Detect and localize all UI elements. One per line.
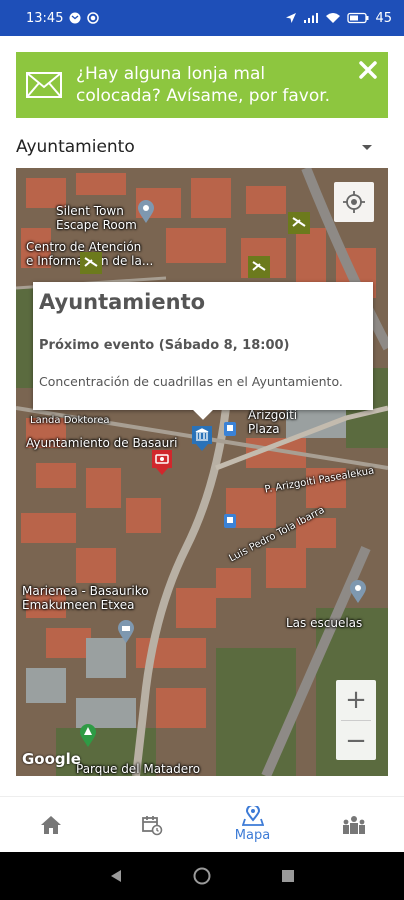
info-window[interactable]: Ayuntamiento Próximo evento (Sábado 8, 1… bbox=[33, 282, 373, 420]
event-marker-icon[interactable] bbox=[150, 448, 174, 476]
map-label: Silent Town Escape Room bbox=[56, 204, 137, 232]
zoom-in-button[interactable]: + bbox=[336, 680, 376, 720]
back-icon[interactable] bbox=[109, 869, 123, 883]
zoom-controls: + − bbox=[336, 680, 376, 760]
close-icon[interactable] bbox=[358, 60, 378, 80]
nav-home[interactable] bbox=[0, 797, 101, 852]
map-view[interactable]: Silent Town Escape Room Centro de Atenci… bbox=[16, 168, 388, 776]
wifi-icon bbox=[325, 12, 341, 24]
lonja-marker-icon[interactable] bbox=[288, 212, 310, 238]
popup-next-event: Próximo evento (Sábado 8, 18:00) bbox=[39, 338, 290, 353]
map-pin-icon[interactable] bbox=[136, 200, 156, 224]
nav-map[interactable]: Mapa bbox=[202, 797, 303, 852]
battery-level: 45 bbox=[375, 10, 392, 26]
battery-icon bbox=[347, 12, 369, 24]
recents-icon[interactable] bbox=[281, 869, 295, 883]
chevron-down-icon bbox=[362, 144, 372, 150]
report-banner[interactable]: ¿Hay alguna lonja mal colocada? Avísame,… bbox=[16, 52, 388, 118]
home-circle-icon[interactable] bbox=[193, 867, 211, 885]
map-label: Arizgoiti Plaza bbox=[248, 408, 298, 436]
park-pin-icon[interactable] bbox=[78, 724, 98, 748]
map-label: Landa Doktorea bbox=[30, 415, 110, 426]
banner-text: ¿Hay alguna lonja mal colocada? Avísame,… bbox=[76, 64, 331, 106]
popup-description: Concentración de cuadrillas en el Ayunta… bbox=[39, 374, 343, 389]
popup-title: Ayuntamiento bbox=[39, 290, 206, 314]
record-icon bbox=[87, 12, 100, 24]
map-label: Parque del Matadero bbox=[76, 762, 201, 776]
nav-calendar[interactable] bbox=[101, 797, 202, 852]
map-label: Las escuelas bbox=[286, 616, 363, 630]
place-selector[interactable]: Ayuntamiento bbox=[16, 132, 388, 162]
gmail-icon bbox=[69, 12, 81, 24]
museum-marker-icon[interactable] bbox=[190, 424, 214, 452]
map-pin-icon[interactable] bbox=[348, 580, 368, 604]
status-bar: 13:45 45 bbox=[0, 0, 404, 36]
home-icon bbox=[40, 815, 61, 834]
lonja-marker-icon[interactable] bbox=[248, 256, 270, 282]
lonja-marker-icon[interactable] bbox=[80, 252, 102, 278]
my-location-button[interactable] bbox=[334, 182, 374, 222]
nav-map-label: Mapa bbox=[234, 828, 271, 843]
signal-icon bbox=[303, 12, 319, 24]
selected-place: Ayuntamiento bbox=[16, 137, 135, 157]
crosshair-icon bbox=[343, 191, 365, 213]
location-icon bbox=[285, 12, 297, 24]
bus-stop-icon[interactable] bbox=[224, 514, 236, 528]
calendar-icon bbox=[141, 815, 162, 835]
bottom-navigation: Mapa bbox=[0, 796, 404, 852]
map-pin-icon bbox=[241, 806, 264, 826]
bus-stop-icon[interactable] bbox=[224, 422, 236, 436]
envelope-icon bbox=[26, 72, 62, 98]
status-time: 13:45 bbox=[26, 10, 64, 26]
people-icon bbox=[342, 815, 365, 834]
museum-pin-icon[interactable] bbox=[116, 620, 136, 644]
google-logo: Google bbox=[22, 750, 81, 768]
system-navigation-bar bbox=[0, 852, 404, 900]
nav-groups[interactable] bbox=[303, 797, 404, 852]
map-label: Marienea - Basauriko Emakumeen Etxea bbox=[22, 584, 149, 612]
zoom-out-button[interactable]: − bbox=[336, 721, 376, 761]
